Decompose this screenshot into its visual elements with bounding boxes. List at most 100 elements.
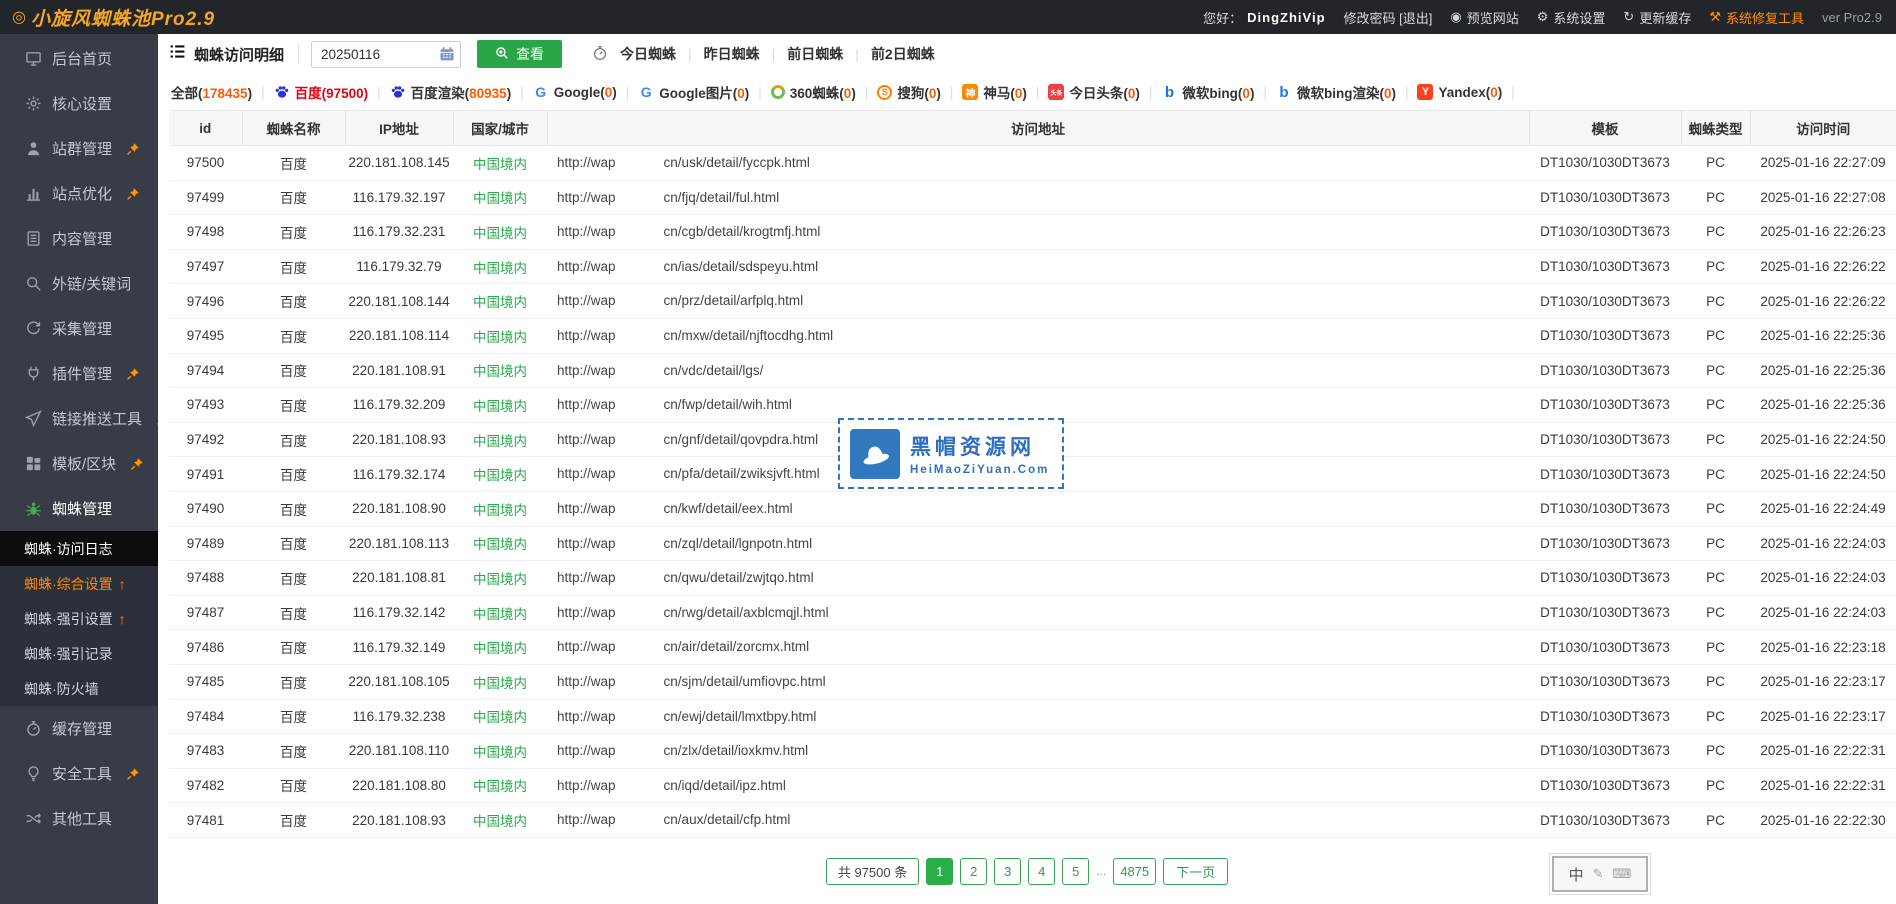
bulb-icon — [25, 765, 42, 782]
sidebar-item-label: 后台首页 — [52, 48, 112, 69]
sidebar-item-外链/关键词[interactable]: 外链/关键词 — [0, 261, 158, 306]
page-button-5[interactable]: 5 — [1062, 858, 1089, 885]
shenma-icon: 神 — [962, 84, 978, 100]
filter-Yandex[interactable]: YYandex(0) — [1417, 84, 1502, 100]
url-domain-redacted — [616, 745, 664, 759]
ime-chinese-mode[interactable]: 中 — [1569, 864, 1584, 885]
ime-keyboard-icon[interactable]: ⌨ — [1613, 866, 1632, 882]
filter-百度渲染[interactable]: 百度渲染(80935) — [390, 82, 512, 102]
preview-site-link[interactable]: ◉ 预览网站 — [1450, 8, 1518, 27]
filter-360蜘蛛[interactable]: 360蜘蛛(0) — [771, 82, 856, 102]
page-button-4[interactable]: 4 — [1028, 858, 1055, 885]
sidebar-item-缓存管理[interactable]: 缓存管理 — [0, 706, 158, 751]
spider-type-cell: PC — [1681, 422, 1750, 457]
sidebar-item-后台首页[interactable]: 后台首页 — [0, 36, 158, 81]
url-cell: http://wapcn/cgb/detail/krogtmfj.html — [547, 215, 1529, 250]
sidebar-item-站点优化[interactable]: 站点优化 — [0, 171, 158, 216]
page-button-2[interactable]: 2 — [960, 858, 987, 885]
sidebar-subitem-蜘蛛·强引记录[interactable]: 蜘蛛·强引记录 — [0, 636, 158, 671]
date-link-前2日蜘蛛[interactable]: 前2日蜘蛛 — [871, 44, 935, 64]
region-cell: 中国境内 — [453, 284, 547, 319]
filter-百度[interactable]: 百度(97500) — [274, 82, 369, 102]
sidebar-subitem-蜘蛛·强引设置[interactable]: 蜘蛛·强引设置↑ — [0, 601, 158, 636]
url-prefix: http://wap — [557, 155, 616, 170]
filter-神马[interactable]: 神神马(0) — [962, 82, 1027, 102]
template-cell: DT1030/1030DT3673 — [1529, 699, 1681, 734]
sidebar-item-内容管理[interactable]: 内容管理 — [0, 216, 158, 261]
separator: | — [855, 46, 859, 62]
sidebar-item-站群管理[interactable]: 站群管理 — [0, 126, 158, 171]
next-page-button[interactable]: 下一页 — [1163, 858, 1228, 885]
sidebar-item-链接推送工具[interactable]: 链接推送工具 — [0, 396, 158, 441]
date-field-wrap — [311, 41, 461, 68]
ip-cell: 116.179.32.174 — [345, 457, 453, 492]
system-settings-link[interactable]: ⚙ 系统设置 — [1537, 8, 1606, 27]
username: DingZhiVip — [1247, 10, 1325, 25]
sidebar-subitem-蜘蛛·综合设置[interactable]: 蜘蛛·综合设置↑ — [0, 566, 158, 601]
date-link-今日蜘蛛[interactable]: 今日蜘蛛 — [620, 44, 676, 64]
sidebar-item-采集管理[interactable]: 采集管理 — [0, 306, 158, 351]
yandex-icon: Y — [1417, 84, 1433, 100]
baidu-icon — [390, 84, 406, 100]
filter-Google图片[interactable]: GGoogle图片(0) — [638, 82, 749, 102]
table-row: 97483百度220.181.108.110中国境内http://wapcn/z… — [169, 734, 1896, 769]
spider-icon — [25, 500, 42, 517]
gear-icon — [25, 95, 42, 112]
sidebar-item-插件管理[interactable]: 插件管理 — [0, 351, 158, 396]
filter-全部[interactable]: 全部(178435) — [171, 82, 252, 102]
page-button-4875[interactable]: 4875 — [1113, 858, 1156, 885]
sidebar-item-模板/区块[interactable]: 模板/区块 — [0, 441, 158, 486]
repair-tool-link[interactable]: ⚒ 系统修复工具 — [1709, 8, 1804, 27]
sidebar-item-其他工具[interactable]: 其他工具 — [0, 796, 158, 841]
filter-count: 0 — [1490, 85, 1498, 100]
url-domain-redacted — [616, 295, 664, 309]
calendar-icon[interactable] — [439, 46, 455, 67]
separator: | — [377, 85, 381, 100]
pin-icon — [130, 457, 144, 471]
gear-icon: ⚙ — [1537, 9, 1549, 25]
region-cell: 中国境内 — [453, 561, 547, 596]
view-button[interactable]: 查看 — [477, 40, 562, 68]
date-link-昨日蜘蛛[interactable]: 昨日蜘蛛 — [704, 44, 760, 64]
date-link-前日蜘蛛[interactable]: 前日蜘蛛 — [787, 44, 843, 64]
spider-name-cell: 百度 — [242, 664, 345, 699]
url-domain-redacted — [616, 260, 664, 274]
filter-搜狗[interactable]: S搜狗(0) — [877, 82, 941, 102]
sidebar-subitem-蜘蛛·访问日志[interactable]: 蜘蛛·访问日志 — [0, 531, 158, 566]
id-cell: 97484 — [169, 699, 242, 734]
sidebar-item-安全工具[interactable]: 安全工具 — [0, 751, 158, 796]
filter-Google[interactable]: GGoogle(0) — [533, 84, 617, 100]
sidebar-item-核心设置[interactable]: 核心设置 — [0, 81, 158, 126]
refresh-cache-link[interactable]: ↻ 更新缓存 — [1623, 8, 1691, 27]
sidebar-item-label: 缓存管理 — [52, 718, 112, 739]
ime-toolbar[interactable]: 中 ✎ ⌨ — [1552, 856, 1648, 892]
url-domain-redacted — [616, 329, 664, 343]
ime-pen-icon[interactable]: ✎ — [1593, 866, 1604, 882]
change-password-link[interactable]: 修改密码 [退出] — [1344, 8, 1433, 27]
region-cell: 中国境内 — [453, 734, 547, 769]
ip-cell: 116.179.32.149 — [345, 630, 453, 665]
spider-name-cell: 百度 — [242, 526, 345, 561]
filter-微软bing渲染[interactable]: b微软bing渲染(0) — [1276, 82, 1396, 102]
separator: | — [520, 85, 524, 100]
page-button-3[interactable]: 3 — [994, 858, 1021, 885]
grid-icon — [25, 455, 42, 472]
page-button-1[interactable]: 1 — [926, 858, 953, 885]
filter-label: 360蜘蛛(0) — [790, 82, 856, 102]
table-row: 97494百度220.181.108.91中国境内http://wapcn/vd… — [169, 353, 1896, 388]
sidebar-item-蜘蛛管理[interactable]: 蜘蛛管理 — [0, 486, 158, 531]
url-domain-redacted — [616, 814, 664, 828]
filter-微软bing[interactable]: b微软bing(0) — [1161, 82, 1254, 102]
url-domain-redacted — [616, 606, 664, 620]
google-icon: G — [638, 84, 654, 100]
spider-type-cell: PC — [1681, 699, 1750, 734]
filter-今日头条[interactable]: 头条今日头条(0) — [1048, 82, 1140, 102]
url-prefix: http://wap — [557, 674, 616, 689]
360-icon — [771, 85, 785, 99]
ip-cell: 116.179.32.238 — [345, 699, 453, 734]
visit-time-cell: 2025-01-16 22:26:22 — [1750, 249, 1896, 284]
spider-name-cell: 百度 — [242, 803, 345, 838]
sidebar-subitem-蜘蛛·防火墙[interactable]: 蜘蛛·防火墙 — [0, 671, 158, 706]
ip-cell: 116.179.32.142 — [345, 595, 453, 630]
search-plus-icon — [495, 46, 509, 63]
